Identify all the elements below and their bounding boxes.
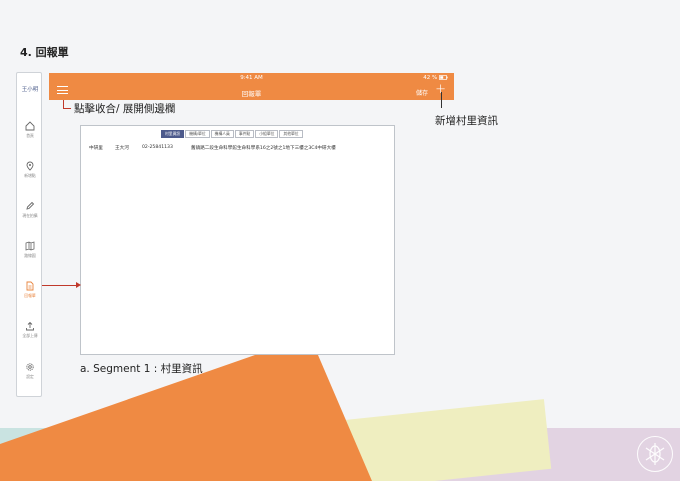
tab-org-staff[interactable]: 機構人員 (210, 130, 234, 138)
upload-icon (26, 321, 34, 331)
battery-indicator: 42 % (423, 75, 448, 81)
pencil-icon (26, 201, 35, 210)
tab-village-info[interactable]: 村里資訊 (161, 130, 185, 138)
background-teal-band (0, 428, 300, 481)
row-contact-person: 王大河 (115, 146, 129, 151)
battery-icon (439, 75, 448, 80)
sidebar-user-name: 王小明 (21, 87, 39, 93)
sidebar-item-label: 全部上傳 (22, 333, 38, 338)
annotation-add-hint: 新增村里資訊 (435, 115, 498, 127)
sidebar-item-label: 路線圖 (24, 253, 36, 258)
save-button[interactable]: 儲存 (416, 88, 428, 97)
tab-group-unit[interactable]: 小組單位 (255, 130, 279, 138)
tab-event-point[interactable]: 事件點 (234, 130, 255, 138)
annotation-pointer-line (63, 108, 71, 109)
sidebar-item-settings[interactable]: 設定 (17, 362, 43, 380)
row-phone: 02-25841133 (142, 145, 173, 150)
sidebar-item-report[interactable]: 回報單 (17, 281, 43, 299)
sidebar-item-label: 新增點 (24, 173, 36, 178)
page-title: 回報單 (241, 90, 262, 98)
map-icon (25, 241, 35, 251)
sidebar-item-label: 首頁 (26, 133, 34, 138)
tab-organization[interactable]: 機構/單位 (185, 130, 210, 138)
status-time: 9:41 AM (240, 75, 263, 81)
home-icon (25, 121, 35, 131)
sidebar-item-label: 現在拍攝 (22, 213, 38, 218)
gear-icon (26, 363, 34, 371)
segment-tabs: 村里資訊 機構/單位 機構人員 事件點 小組單位 其他單位 (161, 130, 304, 138)
sidebar-item-home[interactable]: 首頁 (17, 121, 43, 139)
app-top-bar: 9:41 AM 42 % 回報單 儲存 + (49, 73, 454, 100)
section-title: 4. 回報單 (20, 46, 69, 59)
row-village-name: 中研里 (89, 146, 103, 151)
sidebar-item-upload-all[interactable]: 全部上傳 (17, 321, 43, 339)
sidebar-item-map[interactable]: 路線圖 (17, 241, 43, 259)
sidebar-item-add-point[interactable]: 新增點 (17, 161, 43, 179)
sidebar-item-label: 回報單 (24, 293, 36, 298)
battery-level: 42 % (423, 75, 438, 81)
sidebar: 王小明 首頁 新增點 現在拍攝 路線圖 回報單 全部上傳 設定 (16, 72, 42, 397)
sidebar-item-label: 設定 (26, 374, 34, 379)
sidebar-item-photo[interactable]: 現在拍攝 (17, 201, 43, 219)
tab-other-unit[interactable]: 其他單位 (279, 130, 303, 138)
annotation-segment-caption: a. Segment 1 : 村里資訊 (80, 363, 203, 375)
row-address: 舊鎮路二段生命科學館生命科學系16之2號之1地下三樓之3C4中研大樓 (191, 146, 336, 151)
background-yellow-shape (345, 399, 552, 481)
annotation-menu-hint: 點擊收合/ 展開側邊欄 (74, 103, 176, 115)
content-panel: 村里資訊 機構/單位 機構人員 事件點 小組單位 其他單位 中研里 王大河 02… (80, 125, 395, 355)
arrow-right-icon (76, 282, 81, 288)
annotation-pointer-line (441, 92, 442, 108)
logo-seal-icon (637, 436, 673, 472)
annotation-arrow-line (42, 285, 78, 286)
document-icon (26, 281, 34, 291)
location-pin-icon (26, 161, 34, 171)
table-row[interactable]: 中研里 王大河 02-25841133 舊鎮路二段生命科學館生命科學系16之2號… (89, 145, 389, 152)
